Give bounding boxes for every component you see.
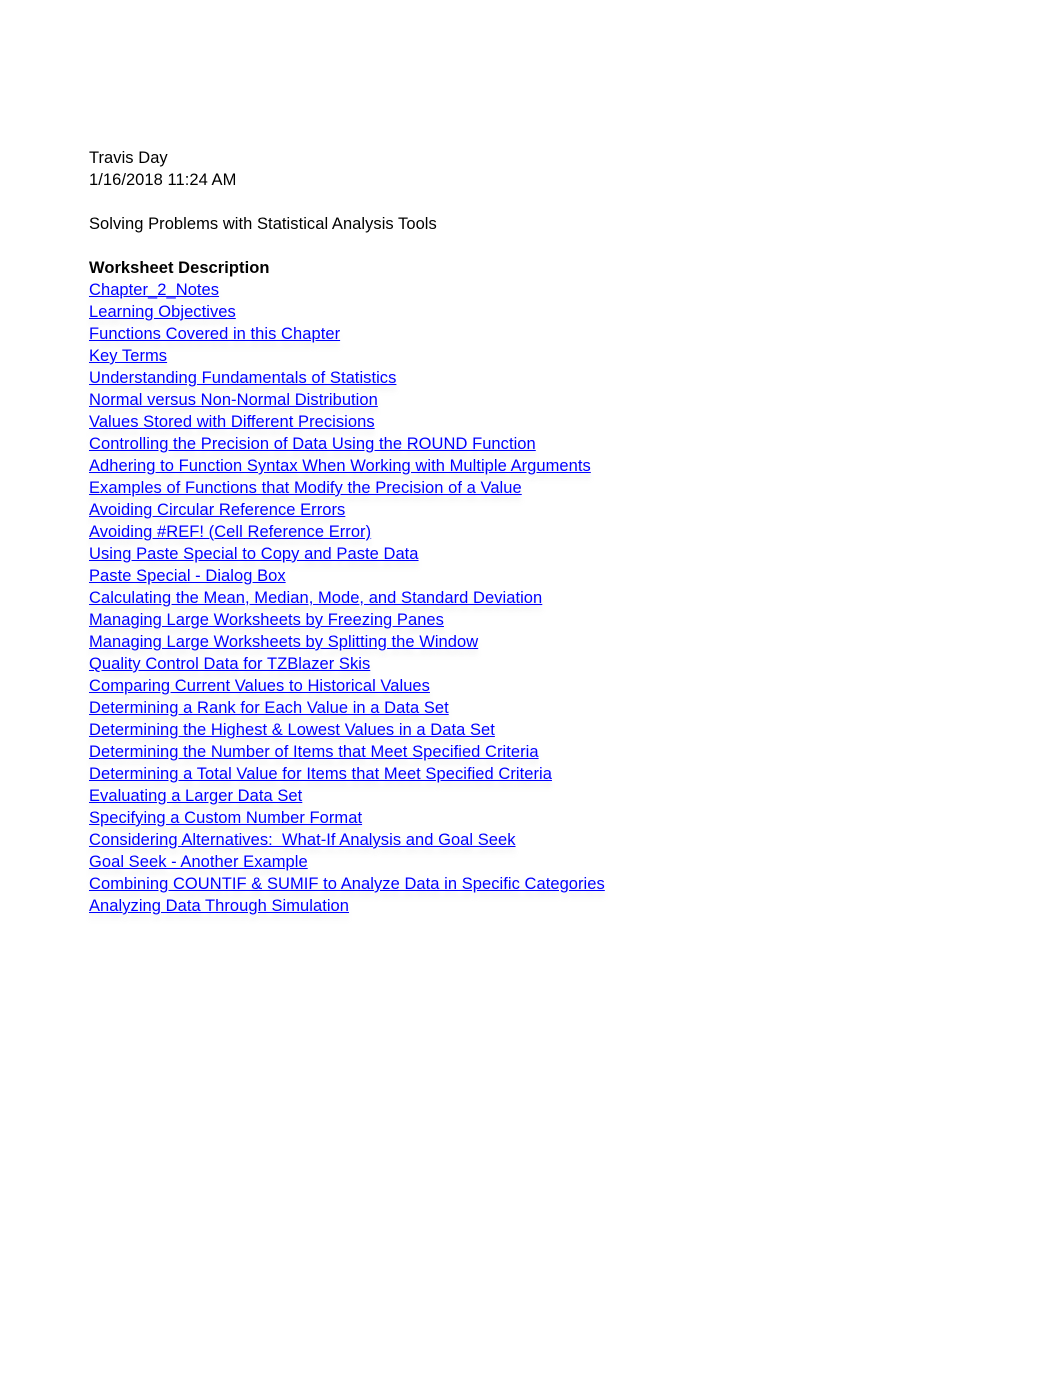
worksheet-link[interactable]: Learning Objectives [89,301,989,323]
document-page: Travis Day 1/16/2018 11:24 AM Solving Pr… [0,0,1062,1376]
worksheet-link[interactable]: Avoiding Circular Reference Errors [89,499,989,521]
worksheet-link[interactable]: Specifying a Custom Number Format [89,807,989,829]
worksheet-link[interactable]: Combining COUNTIF & SUMIF to Analyze Dat… [89,873,989,895]
worksheet-link[interactable]: Calculating the Mean, Median, Mode, and … [89,587,989,609]
worksheet-description-heading: Worksheet Description [89,259,270,277]
worksheet-link[interactable]: Functions Covered in this Chapter [89,323,989,345]
worksheet-link[interactable]: Key Terms [89,345,989,367]
worksheet-link[interactable]: Using Paste Special to Copy and Paste Da… [89,543,989,565]
worksheet-link[interactable]: Determining a Rank for Each Value in a D… [89,697,989,719]
worksheet-link[interactable]: Chapter_2_Notes [89,279,989,301]
worksheet-link[interactable]: Evaluating a Larger Data Set [89,785,989,807]
worksheet-link[interactable]: Adhering to Function Syntax When Working… [89,455,989,477]
worksheet-link[interactable]: Values Stored with Different Precisions [89,411,989,433]
worksheet-link[interactable]: Determining the Highest & Lowest Values … [89,719,989,741]
document-body: Travis Day 1/16/2018 11:24 AM Solving Pr… [89,147,989,917]
worksheet-link[interactable]: Examples of Functions that Modify the Pr… [89,477,989,499]
document-timestamp: 1/16/2018 11:24 AM [89,171,237,189]
worksheet-link[interactable]: Determining the Number of Items that Mee… [89,741,989,763]
worksheet-link-list: Chapter_2_Notes Learning Objectives Functi… [89,279,989,917]
worksheet-link[interactable]: Goal Seek - Another Example [89,851,989,873]
worksheet-link[interactable]: Considering Alternatives: What-If Analys… [89,829,989,851]
worksheet-link[interactable]: Analyzing Data Through Simulation [89,895,989,917]
worksheet-link[interactable]: Managing Large Worksheets by Freezing Pa… [89,609,989,631]
worksheet-link[interactable]: Quality Control Data for TZBlazer Skis [89,653,989,675]
document-subject: Solving Problems with Statistical Analys… [89,215,437,233]
author-name: Travis Day [89,149,168,167]
worksheet-link[interactable]: Comparing Current Values to Historical V… [89,675,989,697]
worksheet-link[interactable]: Managing Large Worksheets by Splitting t… [89,631,989,653]
worksheet-link[interactable]: Understanding Fundamentals of Statistics [89,367,989,389]
worksheet-link[interactable]: Avoiding #REF! (Cell Reference Error) [89,521,989,543]
worksheet-link[interactable]: Determining a Total Value for Items that… [89,763,989,785]
worksheet-link[interactable]: Normal versus Non-Normal Distribution [89,389,989,411]
worksheet-link[interactable]: Paste Special - Dialog Box [89,565,989,587]
worksheet-link[interactable]: Controlling the Precision of Data Using … [89,433,989,455]
